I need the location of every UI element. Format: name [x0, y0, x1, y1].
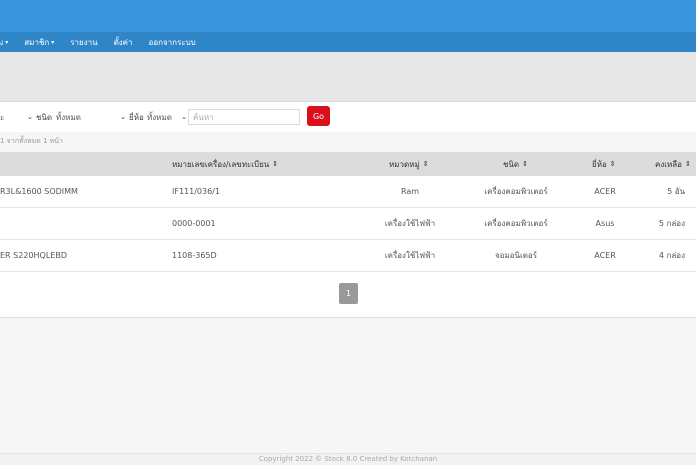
column-header-remaining[interactable]: คงเหลือ ⇕ — [655, 152, 691, 176]
nav-item-reports[interactable]: รายงาน — [70, 36, 97, 49]
column-header-label: หมายเลขเครื่อง/เลขทะเบียน — [172, 159, 270, 169]
pagination: 1 — [0, 272, 696, 318]
footer-copyright: Copyright 2022 © Stock 8.0 Created by Ko… — [0, 453, 696, 465]
type-select-value: ทั้งหมด — [56, 112, 81, 122]
nav-item-logout[interactable]: ออกจากระบบ — [149, 36, 196, 49]
cell-remaining: 5 อัน — [667, 187, 685, 196]
column-header-label: ชนิด — [503, 159, 520, 169]
page-header-area — [0, 52, 696, 102]
table-row[interactable]: ER S220HQLEBD 1108-365D เครื่องใช้ไฟฟ้า … — [0, 240, 696, 272]
cell-brand: ACER — [594, 251, 616, 260]
nav-item-menu[interactable]: ม ▾ — [0, 36, 8, 49]
cell-brand: ACER — [594, 187, 616, 196]
brand-select[interactable]: ทั้งหมด ⌄ — [147, 109, 187, 125]
cell-name: R3L&1600 SODIMM — [0, 187, 78, 196]
cell-serial: 1108-365D — [172, 251, 217, 260]
page-summary: 1 จากทั้งหมด 1 หน้า — [0, 137, 63, 145]
nav-item-label: ม — [0, 37, 4, 47]
cell-remaining: 4 กล่อง — [658, 251, 685, 260]
column-header-label: ยี่ห้อ — [592, 159, 607, 169]
nav-item-label: ตั้งค่า — [113, 37, 133, 47]
brand-select-value: ทั้งหมด — [147, 112, 172, 122]
cell-type: จอมอนิเตอร์ — [494, 251, 538, 260]
sort-icon: ⇕ — [684, 160, 691, 168]
cell-remaining: 5 กล่อง — [658, 219, 685, 228]
sort-icon: ⇕ — [609, 160, 616, 168]
cell-type: เครื่องคอมพิวเตอร์ — [484, 187, 548, 196]
go-button[interactable]: Go — [307, 106, 330, 126]
category-select-value: ะ — [0, 112, 5, 122]
filter-bar: ะ ⌄ ชนิด ทั้งหมด ⌄ ยี่ห้อ ทั้งหมด ⌄ ค้นหา — [0, 102, 696, 132]
chevron-down-icon: ⌄ — [120, 113, 126, 121]
column-header-label: หมวดหมู่ — [389, 159, 420, 169]
column-header-type[interactable]: ชนิด ⇕ — [503, 152, 528, 176]
cell-name: ER S220HQLEBD — [0, 251, 67, 260]
main-navbar: ม ▾ สมาชิก ▾ รายงาน ตั้งค่า ออกจากระบบ — [0, 32, 696, 52]
items-table: หมายเลขเครื่อง/เลขทะเบียน ⇕ หมวดหมู่ ⇕ ชนิ… — [0, 152, 696, 318]
caret-down-icon: ▾ — [51, 38, 55, 46]
column-header-serial[interactable]: หมายเลขเครื่อง/เลขทะเบียน ⇕ — [172, 152, 278, 176]
column-header-label: คงเหลือ — [655, 159, 682, 169]
type-label: ชนิด — [36, 112, 53, 122]
chevron-down-icon: ⌄ — [27, 113, 33, 121]
sort-icon: ⇕ — [272, 160, 279, 168]
column-header-category[interactable]: หมวดหมู่ ⇕ — [389, 152, 429, 176]
cell-brand: Asus — [595, 219, 615, 228]
type-select[interactable]: ทั้งหมด ⌄ — [56, 109, 126, 125]
sort-icon: ⇕ — [422, 160, 429, 168]
nav-item-members[interactable]: สมาชิก ▾ — [24, 36, 54, 49]
column-header-brand[interactable]: ยี่ห้อ ⇕ — [592, 152, 616, 176]
search-input[interactable]: ค้นหา — [188, 109, 300, 125]
top-header-bar — [0, 0, 696, 32]
nav-item-label: สมาชิก — [24, 37, 50, 47]
category-select[interactable]: ะ ⌄ — [0, 109, 33, 125]
table-header: หมายเลขเครื่อง/เลขทะเบียน ⇕ หมวดหมู่ ⇕ ชนิ… — [0, 152, 696, 176]
cell-serial: IF111/036/1 — [172, 187, 220, 196]
brand-label: ยี่ห้อ — [129, 112, 144, 122]
page-button-current[interactable]: 1 — [339, 283, 358, 304]
cell-type: เครื่องคอมพิวเตอร์ — [484, 219, 548, 228]
nav-item-label: รายงาน — [70, 37, 98, 47]
table-row[interactable]: R3L&1600 SODIMM IF111/036/1 Ram เครื่องค… — [0, 176, 696, 208]
chevron-down-icon: ⌄ — [181, 113, 187, 121]
cell-category: เครื่องใช้ไฟฟ้า — [384, 219, 436, 228]
caret-down-icon: ▾ — [5, 38, 9, 46]
sort-icon: ⇕ — [522, 160, 528, 168]
table-row[interactable]: 0000-0001 เครื่องใช้ไฟฟ้า เครื่องคอมพิวเ… — [0, 208, 696, 240]
cell-category: เครื่องใช้ไฟฟ้า — [384, 251, 436, 260]
cell-serial: 0000-0001 — [172, 219, 216, 228]
nav-item-label: ออกจากระบบ — [148, 37, 196, 47]
cell-category: Ram — [400, 187, 420, 196]
nav-item-settings[interactable]: ตั้งค่า — [114, 36, 133, 49]
